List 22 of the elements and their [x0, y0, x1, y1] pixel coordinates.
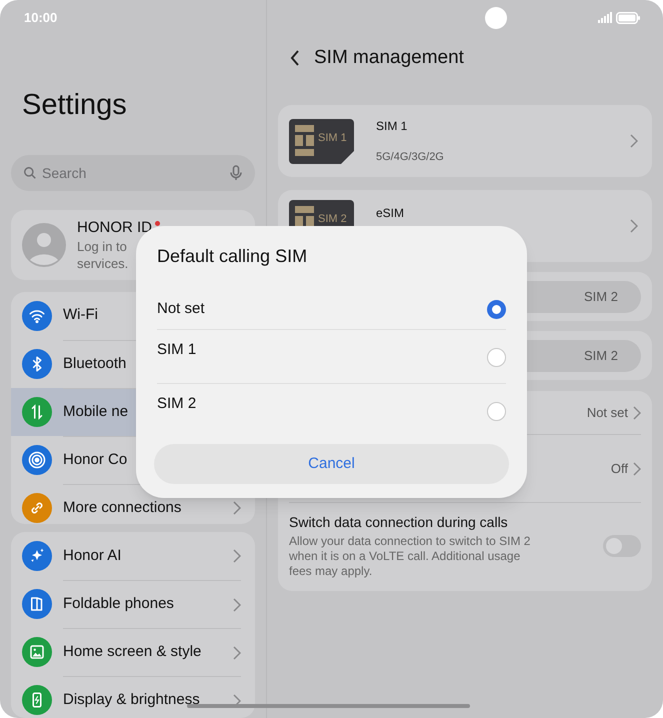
- item-label: Wi-Fi: [63, 305, 98, 326]
- sim-card-label: SIM 1: [318, 130, 347, 146]
- sim-network: 5G/4G/3G/2G: [376, 150, 445, 165]
- status-time: 10:00: [24, 9, 58, 28]
- sim-name: eSIM: [376, 204, 406, 222]
- account-subtitle: Log in to: [77, 238, 128, 255]
- page-title: SIM management: [314, 46, 464, 70]
- sim-card-label: SIM 2: [318, 212, 347, 226]
- item-label: Mobile ne: [63, 402, 128, 422]
- item-label: Display & brightness: [63, 690, 200, 710]
- item-label: Bluetooth: [63, 354, 126, 374]
- sim-name: SIM 1: [376, 118, 408, 135]
- setting-title: Switch data connection during calls: [289, 513, 509, 532]
- item-label: Honor Co: [63, 450, 128, 470]
- account-name: HONOR ID: [77, 218, 152, 238]
- item-label: More connections: [63, 498, 182, 518]
- setting-description: Allow your data connection to switch to SIM 2 when it is on a VoLTE call. Additional usage fees may apply.: [289, 534, 532, 579]
- item-label: Home screen & style: [63, 642, 202, 662]
- item-label: Foldable phones: [63, 594, 174, 614]
- item-label: Honor AI: [63, 546, 122, 566]
- account-subtitle: services.: [77, 254, 130, 272]
- settings-title: Settings: [21, 88, 128, 123]
